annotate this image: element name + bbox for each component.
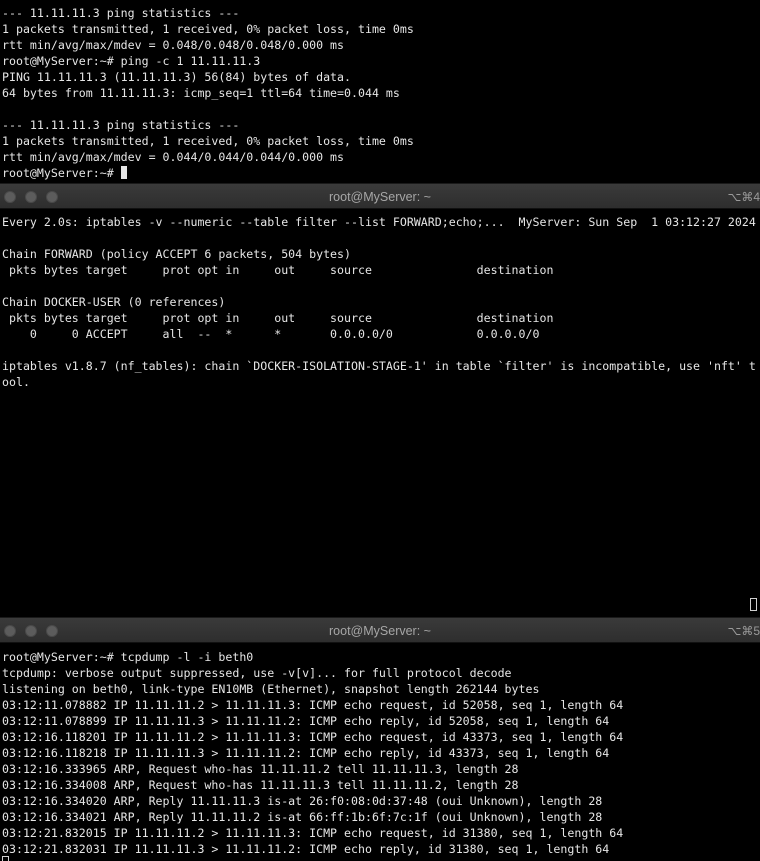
iptables-terminal-output: Every 2.0s: iptables -v --numeric --tabl… — [2, 214, 760, 617]
text-cursor — [2, 856, 9, 861]
ping-terminal-pane[interactable]: --- 11.11.11.3 ping statistics --- 1 pack… — [0, 0, 760, 183]
window-title: root@MyServer: ~ — [329, 624, 431, 638]
ping-terminal-output: --- 11.11.11.3 ping statistics --- 1 pack… — [2, 5, 760, 183]
terminal-line: PING 11.11.11.3 (11.11.11.3) 56(84) byte… — [2, 70, 352, 84]
terminal-line: 03:12:16.334020 ARP, Reply 11.11.11.3 is… — [2, 794, 603, 808]
window-shortcut: ⌥⌘5 — [727, 624, 760, 638]
terminal-line: 03:12:16.118201 IP 11.11.11.2 > 11.11.11… — [2, 730, 624, 744]
prompt-line[interactable]: root@MyServer:~# — [2, 165, 760, 181]
terminal-line: root@MyServer:~# tcpdump -l -i beth0 — [2, 650, 254, 664]
terminal-line: 64 bytes from 11.11.11.3: icmp_seq=1 ttl… — [2, 86, 400, 100]
text-cursor — [120, 166, 127, 179]
window-titlebar[interactable]: root@MyServer: ~ ⌥⌘5 — [0, 617, 760, 643]
tcpdump-terminal-pane[interactable]: root@MyServer:~# tcpdump -l -i beth0 tcpd… — [0, 643, 760, 861]
terminal-line: root@MyServer:~# ping -c 1 11.11.11.3 — [2, 54, 261, 68]
iptables-watch-pane[interactable]: Every 2.0s: iptables -v --numeric --tabl… — [0, 209, 760, 617]
terminal-line: 1 packets transmitted, 1 received, 0% pa… — [2, 22, 414, 36]
terminal-line: --- 11.11.11.3 ping statistics --- — [2, 6, 240, 20]
shell-prompt: root@MyServer:~# — [2, 166, 121, 180]
window-shortcut: ⌥⌘4 — [727, 190, 760, 204]
terminal-line: 03:12:21.832031 IP 11.11.11.3 > 11.11.11… — [2, 842, 610, 856]
terminal-line: 1 packets transmitted, 1 received, 0% pa… — [2, 134, 414, 148]
terminal-line: Chain FORWARD (policy ACCEPT 6 packets, … — [2, 247, 352, 261]
terminal-line: 03:12:16.334008 ARP, Request who-has 11.… — [2, 778, 519, 792]
terminal-line: 03:12:11.078882 IP 11.11.11.2 > 11.11.11… — [2, 698, 624, 712]
terminal-line: Chain DOCKER-USER (0 references) — [2, 295, 226, 309]
terminal-line: 0 0 ACCEPT all -- * * 0.0.0.0/0 0.0.0.0/… — [2, 327, 540, 341]
terminal-line: 03:12:21.832015 IP 11.11.11.2 > 11.11.11… — [2, 826, 624, 840]
terminal-line: 03:12:16.334021 ARP, Reply 11.11.11.2 is… — [2, 810, 603, 824]
window-title: root@MyServer: ~ — [329, 190, 431, 204]
terminal-line: listening on beth0, link-type EN10MB (Et… — [2, 682, 540, 696]
window-titlebar[interactable]: root@MyServer: ~ ⌥⌘4 — [0, 183, 760, 209]
terminal-line: 03:12:16.333965 ARP, Request who-has 11.… — [2, 762, 519, 776]
terminal-line: 03:12:16.118218 IP 11.11.11.3 > 11.11.11… — [2, 746, 610, 760]
terminal-line: pkts bytes target prot opt in out source… — [2, 311, 554, 325]
terminal-line: rtt min/avg/max/mdev = 0.044/0.044/0.044… — [2, 150, 345, 164]
text-cursor — [750, 598, 757, 611]
terminal-line: tcpdump: verbose output suppressed, use … — [2, 666, 512, 680]
terminal-line: pkts bytes target prot opt in out source… — [2, 263, 554, 277]
terminal-line: 03:12:11.078899 IP 11.11.11.3 > 11.11.11… — [2, 714, 610, 728]
terminal-line: iptables v1.8.7 (nf_tables): chain `DOCK… — [2, 359, 756, 373]
terminal-line: rtt min/avg/max/mdev = 0.048/0.048/0.048… — [2, 38, 345, 52]
terminal-line: ool. — [2, 375, 30, 389]
terminal-line: Every 2.0s: iptables -v --numeric --tabl… — [2, 215, 756, 229]
tcpdump-terminal-output: root@MyServer:~# tcpdump -l -i beth0 tcpd… — [2, 649, 760, 861]
terminal-line: --- 11.11.11.3 ping statistics --- — [2, 118, 240, 132]
